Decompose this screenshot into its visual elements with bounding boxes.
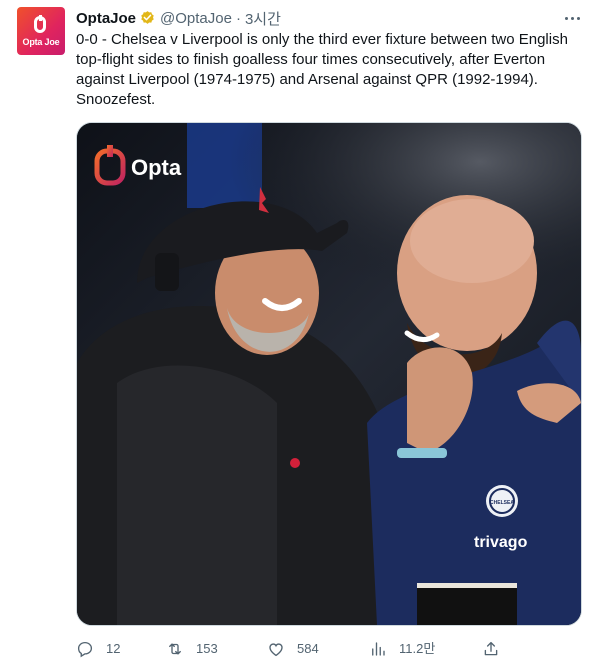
avatar[interactable]: Opta Joe <box>17 7 65 55</box>
reply-button[interactable]: 12 <box>76 638 120 660</box>
opta-logo-icon <box>34 15 46 33</box>
like-button[interactable]: 584 <box>267 638 319 660</box>
avatar-brand-text: Opta Joe <box>22 37 60 47</box>
reply-icon <box>77 641 93 658</box>
tweet-text: 0-0 - Chelsea v Liverpool is only the th… <box>76 31 568 108</box>
tweet-header: OptaJoe @OptaJoe · 3시간 <box>76 8 281 28</box>
views-icon <box>372 642 385 656</box>
share-button[interactable] <box>482 638 512 660</box>
retweet-icon <box>169 643 181 655</box>
retweet-button[interactable]: 153 <box>166 638 218 660</box>
verified-icon[interactable] <box>139 10 156 27</box>
tweet-media-image[interactable]: CHELSEA trivago Opta <box>76 122 582 626</box>
handle[interactable]: @OptaJoe <box>160 10 232 27</box>
separator-dot: · <box>235 9 241 27</box>
reply-count: 12 <box>106 641 121 656</box>
share-icon <box>484 641 498 656</box>
opta-watermark-text: Opta <box>131 155 182 180</box>
views-count: 11.2만 <box>399 641 436 656</box>
like-icon <box>269 643 283 657</box>
crest-text: CHELSEA <box>490 500 514 506</box>
timestamp[interactable]: 3시간 <box>245 8 281 29</box>
retweet-count: 153 <box>196 641 218 656</box>
like-count: 584 <box>297 641 319 656</box>
display-name[interactable]: OptaJoe <box>76 10 136 27</box>
views-button[interactable]: 11.2만 <box>369 638 435 660</box>
tweet-actions: 12 153 584 11.2만 <box>76 638 498 660</box>
more-icon[interactable] <box>560 8 584 28</box>
sponsor-text: trivago <box>474 534 528 551</box>
